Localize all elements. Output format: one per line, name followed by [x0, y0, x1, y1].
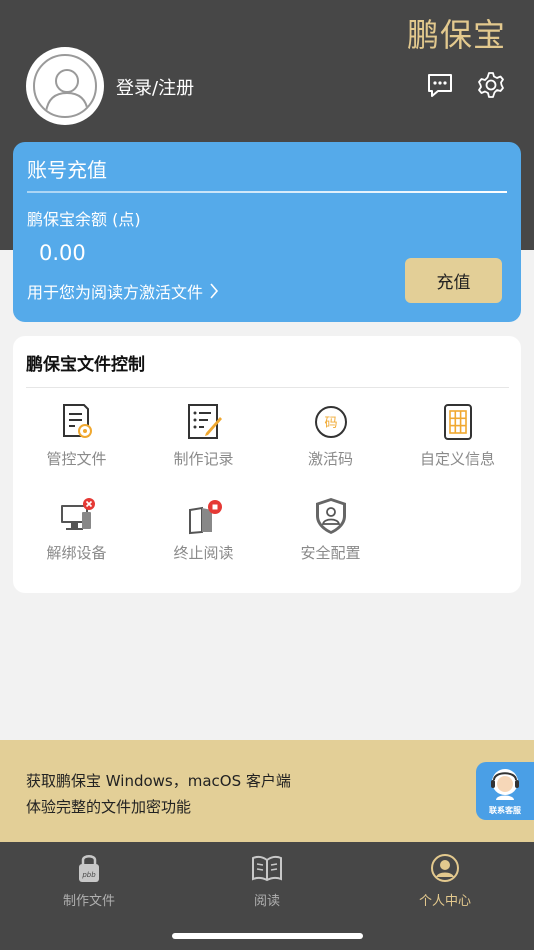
divider — [27, 191, 507, 193]
tab-label: 个人中心 — [418, 894, 471, 909]
grid-item-label: 自定义信息 — [419, 450, 495, 468]
stop-reading-icon — [184, 496, 224, 536]
grid-item-label: 激活码 — [307, 450, 353, 468]
unbind-device-icon — [57, 496, 97, 536]
balance-value: 0.00 — [39, 241, 86, 265]
avatar[interactable] — [26, 47, 104, 125]
contact-service-button[interactable]: 联系客服 — [476, 762, 534, 820]
balance-label: 鹏保宝余额 (点) — [27, 210, 141, 229]
lock-pbb-icon: pbb — [73, 852, 105, 884]
recharge-card: 账号充值 鹏保宝余额 (点) 0.00 用于您为阅读方激活文件 充值 — [13, 142, 521, 322]
home-indicator — [172, 933, 363, 939]
tab-personal-center[interactable]: 个人中心 — [356, 852, 534, 909]
tab-label: 制作文件 — [62, 894, 115, 909]
grid-item-label: 解绑设备 — [46, 544, 107, 562]
record-edit-icon — [184, 402, 224, 442]
book-icon — [251, 852, 283, 884]
security-shield-icon — [311, 496, 351, 536]
activate-info-text: 用于您为阅读方激活文件 — [27, 283, 204, 302]
banner-line-2: 体验完整的文件加密功能 — [26, 798, 192, 816]
grid-item-security-config[interactable]: 安全配置 — [267, 496, 394, 563]
recharge-title: 账号充值 — [27, 158, 107, 182]
grid-item-label: 管控文件 — [46, 450, 107, 468]
grid-item-stop-reading[interactable]: 终止阅读 — [140, 496, 267, 563]
chevron-right-icon — [210, 283, 219, 299]
contact-service-label: 联系客服 — [489, 806, 521, 815]
settings-icon[interactable] — [476, 70, 506, 100]
activate-info-link[interactable]: 用于您为阅读方激活文件 — [27, 279, 219, 303]
svg-text:码: 码 — [324, 416, 337, 431]
tab-read[interactable]: 阅读 — [178, 852, 356, 909]
grid-item-managed-files[interactable]: 管控文件 — [13, 402, 140, 469]
recharge-button[interactable]: 充值 — [405, 258, 502, 303]
grid-item-label: 终止阅读 — [173, 544, 234, 562]
grid-item-custom-info[interactable]: 自定义信息 — [394, 402, 521, 469]
tab-make-file[interactable]: pbb 制作文件 — [0, 852, 178, 909]
file-control-card: 鹏保宝文件控制 管控文件 制作记录 码 激活码 自定义信息 解绑设备 终止阅读 … — [13, 336, 521, 593]
divider — [26, 387, 509, 388]
grid-item-label: 制作记录 — [173, 450, 234, 468]
tab-label: 阅读 — [253, 894, 280, 909]
person-icon — [429, 852, 461, 884]
grid-item-records[interactable]: 制作记录 — [140, 402, 267, 469]
message-icon[interactable] — [425, 70, 455, 100]
grid-item-activation-code[interactable]: 码 激活码 — [267, 402, 394, 469]
login-register-link[interactable]: 登录/注册 — [116, 74, 194, 100]
client-download-banner[interactable]: 获取鹏保宝 Windows，macOS 客户端 体验完整的文件加密功能 — [0, 740, 534, 842]
grid-item-label: 安全配置 — [300, 544, 361, 562]
banner-line-1: 获取鹏保宝 Windows，macOS 客户端 — [26, 772, 291, 790]
grid-sheet-icon — [438, 402, 478, 442]
grid-item-unbind-device[interactable]: 解绑设备 — [13, 496, 140, 563]
activation-code-icon: 码 — [311, 402, 351, 442]
svg-text:pbb: pbb — [81, 871, 96, 879]
avatar-icon — [33, 54, 97, 118]
file-control-title: 鹏保宝文件控制 — [26, 355, 145, 375]
document-gear-icon — [57, 402, 97, 442]
brand-title: 鹏保宝 — [406, 16, 506, 54]
